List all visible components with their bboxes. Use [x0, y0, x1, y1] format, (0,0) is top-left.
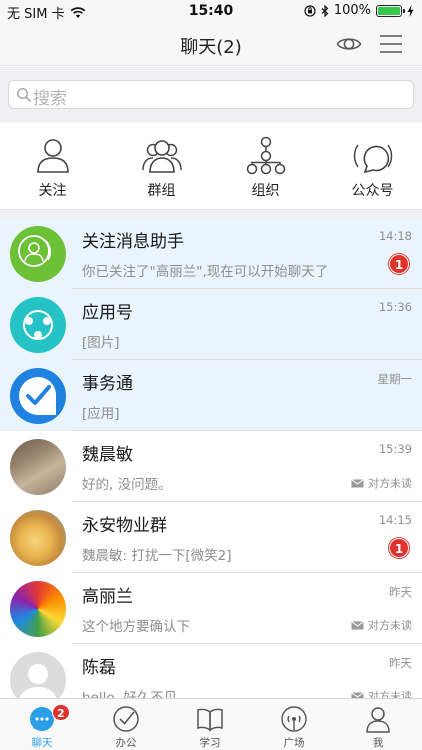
org-tree-icon: [246, 136, 286, 175]
quick-action-label: 组织: [251, 183, 280, 199]
tab-label: 办公: [115, 737, 137, 749]
quick-action-label: 关注: [38, 183, 67, 199]
checkmark-circle-icon: [113, 706, 139, 732]
read-status: 对方未读: [351, 688, 412, 698]
chat-row[interactable]: 高丽兰 这个地方要确认下 昨天 对方未读: [0, 573, 422, 644]
group-icon: [142, 140, 182, 173]
quick-action-org[interactable]: 组织: [213, 136, 318, 206]
chat-row[interactable]: 应用号 [图片] 15:36: [0, 289, 422, 360]
avatar: [10, 439, 66, 495]
chat-preview: 这个地方要确认下: [82, 619, 190, 635]
unread-badge: 1: [389, 254, 409, 274]
chat-name: 魏晨敏: [82, 445, 133, 465]
quick-action-groups[interactable]: 群组: [109, 136, 214, 206]
avatar: [10, 297, 66, 353]
chat-list: 关注消息助手 你已关注了"高丽兰",现在可以开始聊天了 14:18 1 应用号 …: [0, 218, 422, 698]
chat-preview: [应用]: [82, 406, 120, 422]
affairs-check-icon: [19, 376, 57, 415]
read-status-text: 对方未读: [368, 690, 412, 698]
avatar: [10, 652, 66, 698]
chat-row[interactable]: 陈磊 hello, 好久不见 昨天 对方未读: [0, 644, 422, 698]
tab-label: 广场: [283, 737, 305, 749]
chat-name: 应用号: [82, 303, 133, 323]
status-bar: 无 SIM 卡 15:40 100%: [0, 0, 422, 22]
hamburger-menu-icon[interactable]: [379, 34, 403, 54]
broadcast-icon: [353, 144, 393, 174]
chat-time: 15:36: [378, 300, 412, 314]
battery-percent: 100%: [333, 3, 371, 18]
chat-name: 陈磊: [82, 658, 116, 678]
eye-icon[interactable]: [336, 34, 362, 54]
profile-icon: [366, 707, 390, 733]
chat-row[interactable]: 关注消息助手 你已关注了"高丽兰",现在可以开始聊天了 14:18 1: [0, 218, 422, 289]
bluetooth-icon: [321, 4, 329, 17]
chat-name: 永安物业群: [82, 516, 167, 536]
avatar: [10, 368, 66, 424]
antenna-icon: [281, 706, 307, 732]
read-status: 对方未读: [351, 475, 412, 491]
envelope-icon: [351, 478, 364, 487]
charging-bolt-icon: [407, 4, 414, 17]
chat-row[interactable]: 永安物业群 魏晨敏: 打扰一下[微笑2] 14:15 1: [0, 502, 422, 573]
app-account-icon: [23, 310, 53, 340]
search-area: 搜索: [0, 67, 422, 122]
navigation-bar: 聊天(2): [0, 22, 422, 66]
section-divider: [0, 210, 422, 218]
avatar: [10, 510, 66, 566]
read-status-text: 对方未读: [368, 619, 412, 632]
chat-preview: 好的, 没问题。: [82, 477, 172, 493]
search-input[interactable]: 搜索: [8, 80, 414, 109]
chat-time: 15:39: [378, 442, 412, 456]
tab-study[interactable]: 学习: [168, 699, 252, 750]
quick-action-label: 群组: [147, 183, 176, 199]
chat-preview: 你已关注了"高丽兰",现在可以开始聊天了: [82, 264, 329, 280]
chat-time: 14:15: [378, 513, 412, 527]
quick-action-official-accounts[interactable]: 公众号: [320, 136, 422, 206]
status-right: 100%: [304, 3, 414, 18]
tab-bar: 2 聊天 办公 学习 广场 我: [0, 698, 422, 750]
battery-icon: [376, 4, 405, 17]
search-icon: [16, 87, 32, 103]
follow-assistant-icon: [18, 235, 52, 267]
tab-label: 学习: [199, 737, 221, 749]
quick-action-follow[interactable]: 关注: [0, 136, 105, 206]
chat-time: 星期一: [377, 372, 413, 386]
chat-preview: hello, 好久不见: [82, 690, 178, 698]
avatar: [10, 226, 66, 282]
unread-badge: 1: [389, 538, 409, 558]
chat-preview: 魏晨敏: 打扰一下[微笑2]: [82, 548, 232, 564]
chat-row[interactable]: 魏晨敏 好的, 没问题。 15:39 对方未读: [0, 431, 422, 502]
chat-preview: [图片]: [82, 335, 120, 351]
tab-label: 我: [372, 737, 384, 749]
quick-action-label: 公众号: [351, 183, 394, 199]
orientation-lock-icon: [304, 4, 316, 17]
tab-label: 聊天: [31, 737, 53, 749]
tab-office[interactable]: 办公: [84, 699, 168, 750]
chat-name: 关注消息助手: [82, 232, 184, 252]
person-icon: [37, 139, 69, 173]
chat-name: 高丽兰: [82, 587, 133, 607]
tab-me[interactable]: 我: [336, 699, 420, 750]
tab-square[interactable]: 广场: [252, 699, 336, 750]
chat-name: 事务通: [82, 374, 133, 394]
chat-time: 14:18: [378, 229, 412, 243]
tab-badge: 2: [52, 704, 70, 721]
read-status: 对方未读: [351, 617, 412, 633]
search-placeholder: 搜索: [33, 89, 67, 109]
open-book-icon: [197, 708, 223, 732]
chat-time: 昨天: [389, 656, 412, 670]
quick-actions: 关注 群组 组织 公众号: [0, 122, 422, 210]
envelope-icon: [351, 620, 364, 629]
read-status-text: 对方未读: [368, 477, 412, 490]
avatar: [10, 581, 66, 637]
chat-time: 昨天: [389, 585, 412, 599]
battery-fill: [378, 6, 400, 15]
chat-row[interactable]: 事务通 [应用] 星期一: [0, 360, 422, 431]
tab-chat[interactable]: 2 聊天: [0, 699, 84, 750]
default-avatar-icon: [19, 664, 57, 698]
